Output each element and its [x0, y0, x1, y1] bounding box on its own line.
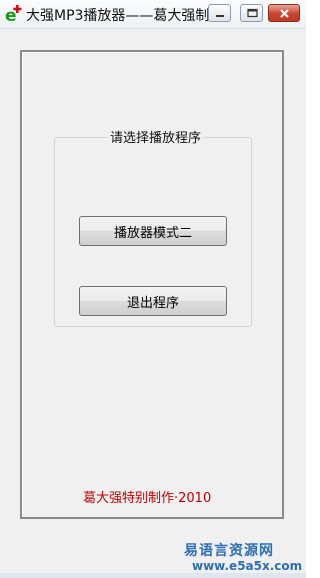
watermark-text: 易语言资源网 — [184, 543, 274, 559]
e-plus-app-icon[interactable]: e — [4, 4, 24, 26]
maximize-button[interactable] — [240, 4, 263, 22]
window-title: 大强MP3播放器——葛大强制作 — [26, 8, 224, 24]
close-button[interactable] — [268, 4, 300, 22]
maximize-icon — [247, 8, 258, 18]
credit-label: 葛大强特别制作·2010 — [83, 491, 212, 506]
group-title: 请选择播放程序 — [108, 127, 204, 146]
close-icon — [280, 9, 289, 18]
window-bottom-border — [0, 573, 306, 578]
minimize-button[interactable] — [208, 4, 231, 22]
main-window: e 大强MP3播放器——葛大强制作 请选择播放程序 播放器模式二 退出程序 葛大… — [0, 0, 306, 578]
player-mode-two-button[interactable]: 播放器模式二 — [79, 216, 227, 246]
watermark-url: www.e5a5x.com — [192, 559, 303, 573]
minimize-icon — [216, 15, 224, 17]
exit-program-button[interactable]: 退出程序 — [79, 286, 227, 316]
title-bar[interactable]: e 大强MP3播放器——葛大强制作 — [0, 0, 306, 29]
